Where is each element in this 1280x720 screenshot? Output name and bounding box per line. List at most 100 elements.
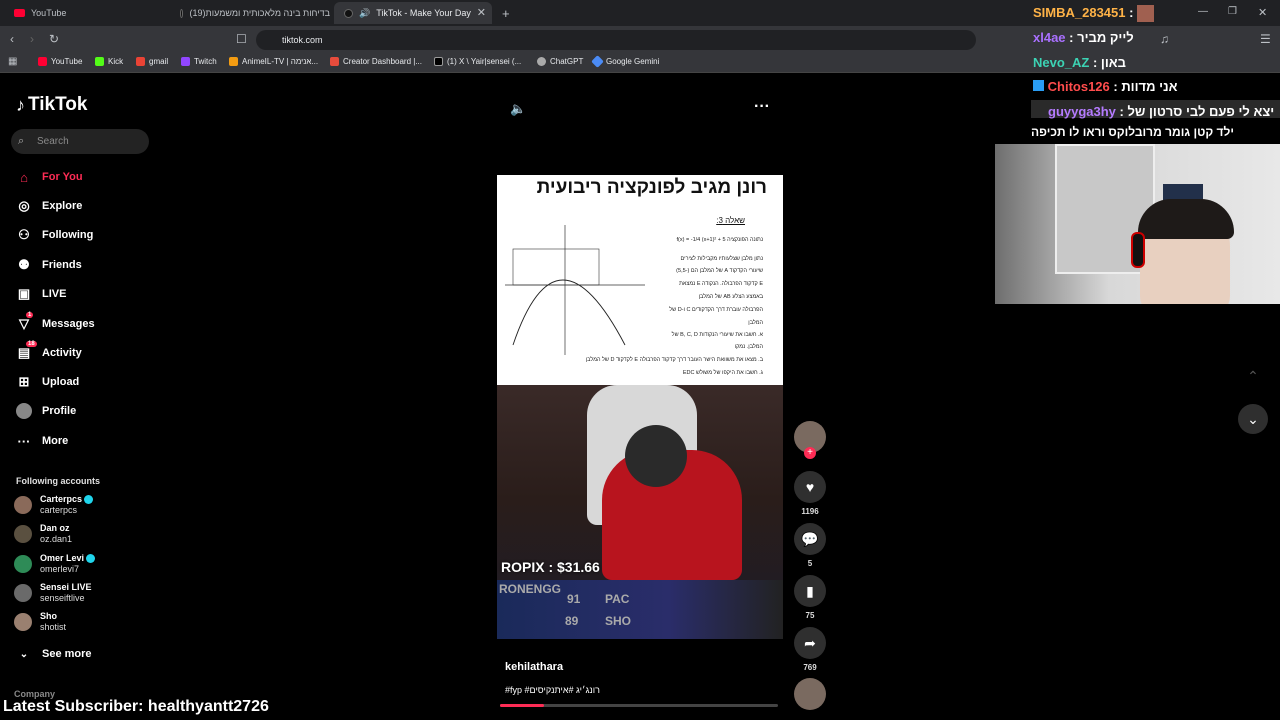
sidebar-item-friends[interactable]: ⚉ Friends (16, 257, 82, 273)
back-button[interactable]: ‹ (10, 32, 14, 46)
bookmark-youtube[interactable]: YouTube (38, 57, 82, 66)
streamer-head (625, 425, 687, 487)
chevron-down-icon: ⌄ (1247, 410, 1259, 427)
sidebar-item-profile[interactable]: Profile (16, 403, 76, 419)
comment-button[interactable]: 💬 5 (794, 523, 826, 568)
chat-message: Chitos126 : אני מדוות (1033, 79, 1178, 94)
video-caption: #fyp #רונג׳יג #איתנקיסים (505, 685, 600, 695)
avatar (794, 678, 826, 710)
avatar (14, 584, 32, 602)
forward-button[interactable]: › (30, 32, 34, 46)
comment-icon: 💬 (794, 523, 826, 555)
address-bar[interactable]: tiktok.com (256, 30, 976, 50)
headphones (1131, 232, 1145, 268)
x-icon (434, 57, 443, 66)
chevron-down-icon: ⌄ (19, 648, 29, 660)
chat-message: SIMBA_283451 : (1033, 5, 1155, 23)
follow-plus-icon[interactable]: + (804, 447, 816, 459)
avatar (14, 555, 32, 573)
avatar (14, 496, 32, 514)
speaker-icon: 🔊 (359, 7, 371, 18)
streamer-hair (1138, 199, 1234, 239)
minimize-button[interactable]: — (1198, 6, 1208, 17)
emote-icon (1137, 5, 1155, 23)
next-video-button[interactable]: ⌄ (1238, 404, 1268, 434)
activity-badge: 18 (26, 341, 37, 347)
parabola-graph (505, 225, 645, 355)
author-avatar-button[interactable]: + (794, 421, 826, 459)
sidebar-item-following[interactable]: ⚇ Following (16, 227, 93, 243)
account-sensei-live[interactable]: Sensei LIVE senseiftlive (14, 582, 92, 604)
account-dan-oz[interactable]: Dan oz oz.dan1 (14, 523, 72, 545)
chatgpt-icon (537, 57, 546, 66)
tiktok-note-icon: ♪ (16, 94, 25, 115)
bookmark-creator-dashboard[interactable]: Creator Dashboard |... (330, 57, 422, 66)
bookmark-twitch[interactable]: Twitch (181, 57, 217, 66)
activity-icon: ▤ 18 (17, 341, 37, 360)
chat-message: Nevo_AZ : באון (1033, 55, 1126, 70)
bookmark-kick[interactable]: Kick (95, 57, 123, 66)
twitch-icon (181, 57, 190, 66)
following-icon: ⚇ (18, 227, 30, 242)
maximize-button[interactable]: ❐ (1228, 6, 1237, 17)
see-more-button[interactable]: ⌄ See more (16, 646, 92, 662)
youtube-icon (14, 9, 25, 17)
following-accounts-heading: Following accounts (16, 476, 101, 486)
tab-youtube[interactable]: YouTube (4, 2, 168, 24)
streamer-webcam (995, 144, 1280, 304)
bookmark-gemini[interactable]: Google Gemini (591, 55, 659, 68)
sidebar-item-upload[interactable]: ⊞ Upload (16, 374, 80, 390)
bookmark-chatgpt[interactable]: ChatGPT (537, 57, 583, 66)
tiktok-logo[interactable]: ♪ TikTok (16, 94, 87, 116)
verified-icon (84, 495, 94, 505)
search-icon: ⌕ (18, 135, 25, 147)
video-author[interactable]: kehilathara (505, 661, 563, 673)
like-button[interactable]: ♥ 1196 (794, 471, 826, 516)
account-omer-levi[interactable]: Omer Levi omerlevi7 (14, 553, 96, 575)
upload-icon: ⊞ (18, 374, 30, 389)
tab-ai-jokes[interactable]: (19)בדיחות בינה מלאכותית ומשמעות (170, 2, 330, 24)
latest-subscriber: Latest Subscriber: healthyantt2726 (3, 698, 269, 715)
sidebar-item-messages[interactable]: ▽ 1 Messages (16, 312, 95, 332)
verified-icon (86, 554, 96, 564)
previous-video-button[interactable]: ⌃ (1238, 361, 1268, 391)
messages-icon: ▽ 1 (19, 312, 34, 331)
share-button[interactable]: ➦ 769 (794, 627, 826, 672)
new-tab-button[interactable]: + (502, 6, 510, 21)
gmail-icon (136, 57, 145, 66)
tiktok-icon (180, 8, 184, 18)
video-player[interactable]: רונן מגיב לפונקציה ריבועית שאלה 3: נתונה… (497, 175, 783, 639)
reload-button[interactable]: ↻ (49, 32, 59, 46)
volume-icon[interactable]: 🔈 (510, 101, 526, 117)
chat-message: xl4ae : לייק מביר (1033, 30, 1134, 45)
sidebar-item-activity[interactable]: ▤ 18 Activity (16, 341, 82, 361)
bookmark-x[interactable]: (1) X \ Yair|sensei (... (434, 57, 521, 66)
sidebar-item-for-you[interactable]: ⌂ For You (16, 169, 82, 185)
sidebar-item-live[interactable]: ▣ LIVE (16, 286, 67, 302)
menu-icon[interactable]: ☰ (1260, 32, 1271, 46)
save-button[interactable]: ▮ 75 (794, 575, 826, 620)
bookmark-icon[interactable]: ☐ (236, 32, 247, 46)
math-question-image: רונן מגיב לפונקציה ריבועית שאלה 3: נתונה… (497, 175, 783, 385)
sidebar-item-more[interactable]: ··· More (16, 433, 69, 449)
close-icon[interactable]: ✕ (477, 6, 486, 19)
more-icon: ··· (17, 433, 31, 449)
sidebar-item-explore[interactable]: ◎ Explore (16, 198, 82, 214)
search-input[interactable]: Search (11, 129, 149, 154)
more-options-icon[interactable]: ··· (754, 98, 770, 116)
account-carterpcs[interactable]: Carterpcs carterpcs (14, 494, 94, 516)
badge-icon (1033, 80, 1044, 91)
music-avatar-button[interactable] (794, 678, 826, 710)
anime-icon (229, 57, 238, 66)
bookmark-gmail[interactable]: gmail (136, 57, 168, 66)
doc-title: רונן מגיב לפונקציה ריבועית (536, 177, 767, 198)
bookmark-animeil[interactable]: AnimeIL-TV | אנימה... (229, 57, 318, 66)
music-icon[interactable]: ♫ (1160, 32, 1169, 46)
account-sho[interactable]: Sho shotist (14, 611, 66, 633)
tab-tiktok[interactable]: 🔊 TikTok - Make Your Day ✕ (334, 2, 492, 24)
apps-icon[interactable]: ▦ (8, 56, 17, 67)
compass-icon: ◎ (18, 198, 30, 213)
close-window-button[interactable]: ✕ (1258, 6, 1267, 19)
friends-icon: ⚉ (18, 257, 30, 272)
video-progress-bar[interactable] (500, 704, 778, 707)
